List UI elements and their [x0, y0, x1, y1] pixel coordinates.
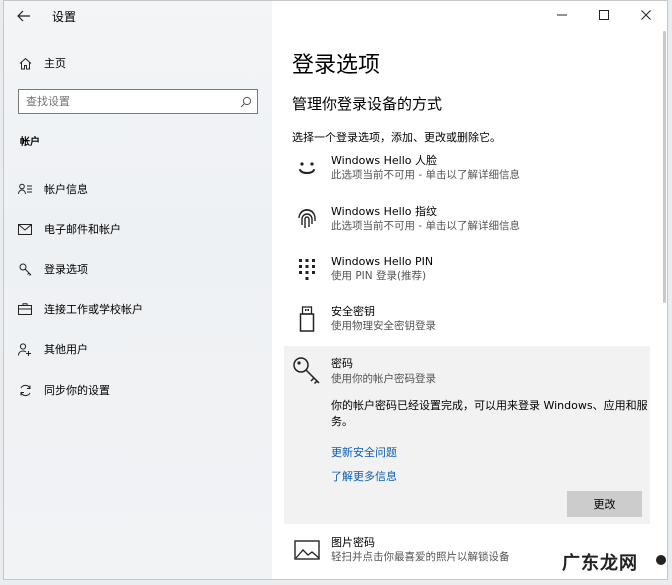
main-pane: 登录选项 管理你登录设备的方式 选择一个登录选项，添加、更改或删除它。 Wind…	[272, 1, 667, 579]
password-detail: 你的帐户密码已经设置完成，可以用来登录 Windows、应用和服务。	[331, 399, 648, 428]
sidebar-item-label: 连接工作或学校帐户	[44, 303, 143, 316]
close-button[interactable]	[625, 1, 667, 29]
update-security-questions-link[interactable]: 更新安全问题	[331, 444, 397, 460]
option-desc: 使用 PIN 登录(推荐)	[331, 270, 427, 282]
intro-text: 选择一个登录选项，添加、更改或删除它。	[292, 131, 501, 144]
back-button[interactable]	[8, 1, 40, 31]
sidebar-item-home[interactable]: 主页	[4, 51, 272, 75]
face-icon	[292, 153, 322, 183]
picture-icon	[292, 535, 322, 565]
maximize-icon	[599, 10, 609, 20]
mail-icon	[18, 222, 32, 236]
sidebar-item-label: 其他用户	[44, 343, 88, 356]
option-title: Windows Hello PIN	[331, 255, 434, 268]
option-title: 图片密码	[331, 536, 375, 549]
window-controls	[541, 1, 667, 29]
sidebar-item-work-school[interactable]: 连接工作或学校帐户	[4, 297, 272, 321]
option-title: 密码	[331, 357, 353, 370]
search-box[interactable]	[18, 89, 258, 114]
close-icon	[641, 10, 651, 20]
option-title: Windows Hello 指纹	[331, 205, 437, 218]
sidebar-item-email[interactable]: 电子邮件和帐户	[4, 217, 272, 241]
change-password-button[interactable]: 更改	[567, 491, 642, 517]
briefcase-icon	[18, 302, 32, 316]
section-title: 帐户	[20, 137, 40, 148]
minimize-icon	[557, 14, 567, 16]
sidebar: 设置 主页 帐户 帐户信息 电子邮件和帐户	[4, 1, 272, 579]
person-list-icon	[18, 182, 32, 196]
search-input[interactable]	[19, 90, 235, 113]
sync-icon	[18, 383, 32, 397]
option-desc: 此选项当前不可用 - 单击以了解详细信息	[331, 169, 520, 181]
sidebar-item-label: 同步你的设置	[44, 384, 110, 397]
watermark-logo: 广东龙网	[562, 553, 638, 574]
option-password-expanded[interactable]: 密码 使用你的帐户密码登录 你的帐户密码已经设置完成，可以用来登录 Window…	[284, 346, 650, 524]
sidebar-item-label: 登录选项	[44, 263, 88, 276]
option-fingerprint[interactable]: Windows Hello 指纹 此选项当前不可用 - 单击以了解详细信息	[292, 204, 652, 234]
key-icon	[292, 356, 322, 386]
page-title: 登录选项	[292, 53, 381, 78]
option-pin[interactable]: Windows Hello PIN 使用 PIN 登录(推荐)	[292, 254, 652, 284]
option-title: Windows Hello 人脸	[331, 154, 437, 167]
key-icon	[18, 262, 32, 276]
usb-key-icon	[292, 304, 322, 334]
fingerprint-icon	[292, 204, 322, 234]
option-desc: 使用你的帐户密码登录	[331, 373, 436, 385]
option-desc: 使用物理安全密钥登录	[331, 320, 436, 332]
minimize-button[interactable]	[541, 1, 583, 29]
sidebar-item-other-users[interactable]: 其他用户	[4, 337, 272, 361]
scrollbar[interactable]	[663, 31, 666, 303]
person-add-icon	[18, 342, 32, 356]
watermark-dot-icon	[656, 555, 666, 565]
app-title: 设置	[52, 9, 77, 24]
home-icon	[18, 56, 32, 70]
option-desc: 此选项当前不可用 - 单击以了解详细信息	[331, 220, 520, 232]
maximize-button[interactable]	[583, 1, 625, 29]
back-arrow-icon	[17, 10, 30, 22]
pin-keypad-icon	[292, 254, 322, 284]
page-subtitle: 管理你登录设备的方式	[292, 95, 443, 113]
sidebar-item-account-info[interactable]: 帐户信息	[4, 177, 272, 201]
option-title: 安全密钥	[331, 305, 375, 318]
sidebar-item-label: 帐户信息	[44, 183, 88, 196]
sidebar-item-sync[interactable]: 同步你的设置	[4, 378, 272, 402]
sidebar-item-signin-options[interactable]: 登录选项	[4, 257, 272, 281]
learn-more-link[interactable]: 了解更多信息	[331, 468, 397, 484]
option-security-key[interactable]: 安全密钥 使用物理安全密钥登录	[292, 304, 652, 334]
sidebar-item-label: 电子邮件和帐户	[44, 223, 121, 236]
option-desc: 轻扫并点击你最喜爱的照片以解锁设备	[331, 551, 510, 563]
search-icon[interactable]	[235, 96, 257, 108]
option-face[interactable]: Windows Hello 人脸 此选项当前不可用 - 单击以了解详细信息	[292, 153, 652, 183]
settings-window: 设置 主页 帐户 帐户信息 电子邮件和帐户	[3, 0, 668, 580]
title-bar: 设置	[4, 1, 272, 31]
sidebar-item-label: 主页	[44, 57, 66, 70]
